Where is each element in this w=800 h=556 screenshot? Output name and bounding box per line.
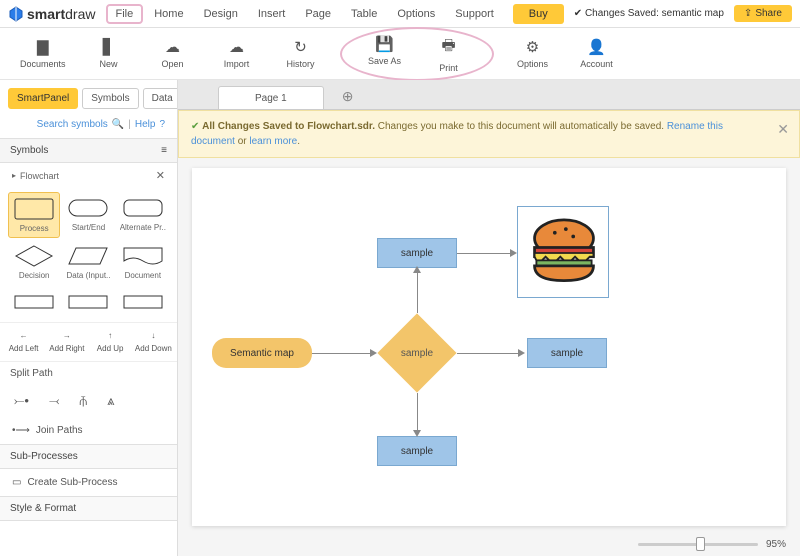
save-icon: 💾 — [375, 35, 394, 53]
node-sample-bottom[interactable]: sample — [377, 436, 457, 466]
help-icon[interactable]: ? — [159, 119, 165, 130]
arrow-left-icon: ← — [20, 331, 28, 340]
add-down[interactable]: ↓Add Down — [132, 329, 175, 355]
shape-process[interactable]: Process — [8, 192, 60, 238]
split-icon-2[interactable]: ⤙ — [49, 393, 59, 409]
close-flowchart-icon[interactable]: ✕ — [156, 169, 165, 182]
ribbon-options[interactable]: ⚙Options — [512, 38, 554, 69]
flowchart-category[interactable]: Flowchart — [20, 171, 59, 181]
shape-decision[interactable]: Decision — [8, 240, 60, 284]
ribbon-documents[interactable]: ▇Documents — [20, 38, 66, 69]
learn-more-link[interactable]: learn more — [249, 136, 297, 147]
sliders-icon: ⚙ — [526, 38, 539, 56]
tab-data[interactable]: Data — [143, 88, 178, 109]
node-image-burger[interactable] — [517, 206, 609, 298]
cloud-up-icon: ☁ — [229, 38, 244, 56]
add-left[interactable]: ←Add Left — [2, 329, 45, 355]
zoom-slider[interactable] — [638, 543, 758, 546]
shape-extra1[interactable] — [8, 286, 60, 318]
menu-table[interactable]: Table — [342, 4, 386, 24]
subprocess-icon: ▭ — [12, 477, 21, 488]
node-sample-top[interactable]: sample — [377, 238, 457, 268]
menu-options[interactable]: Options — [388, 4, 444, 24]
symbols-header: Symbols — [10, 145, 48, 156]
folder-icon: ▇ — [37, 38, 49, 56]
add-up[interactable]: ↑Add Up — [89, 329, 132, 355]
ribbon-account[interactable]: 👤Account — [576, 38, 618, 69]
symbols-menu-icon[interactable]: ≡ — [161, 145, 167, 156]
print-icon: 🖶 — [441, 35, 455, 60]
shape-extra3[interactable] — [117, 286, 169, 318]
menu-insert[interactable]: Insert — [249, 4, 295, 24]
menu-home[interactable]: Home — [145, 4, 192, 24]
search-icon[interactable]: 🔍 — [112, 119, 124, 130]
shape-document[interactable]: Document — [117, 240, 169, 284]
ribbon-import[interactable]: ☁Import — [216, 38, 258, 69]
menu-page[interactable]: Page — [296, 4, 340, 24]
split-path-header: Split Path — [0, 361, 177, 385]
zoom-value: 95% — [766, 539, 786, 550]
file-icon: ▋ — [103, 38, 115, 56]
menu-file[interactable]: File — [106, 4, 144, 24]
tab-symbols[interactable]: Symbols — [82, 88, 138, 109]
search-symbols-link[interactable]: Search symbols — [37, 119, 108, 130]
close-notice-icon[interactable]: ✕ — [777, 119, 789, 140]
node-sample-right[interactable]: sample — [527, 338, 607, 368]
join-icon: •⟶ — [12, 425, 30, 436]
split-icon-4[interactable]: ⩓ — [107, 393, 114, 409]
history-icon: ↻ — [294, 38, 307, 56]
tab-smartpanel[interactable]: SmartPanel — [8, 88, 78, 109]
split-icon-1[interactable]: ⤚• — [14, 393, 29, 409]
arrow-right-icon: → — [63, 331, 71, 340]
brand-logo: smartsmartdrawdraw — [8, 6, 96, 22]
menu-design[interactable]: Design — [195, 4, 247, 24]
cloud-open-icon: ☁ — [165, 38, 180, 56]
ribbon-print[interactable]: 🖶Print — [428, 35, 470, 73]
ribbon-open[interactable]: ☁Open — [152, 38, 194, 69]
style-format-header: Style & Format — [10, 503, 76, 514]
canvas[interactable]: Semantic map sample sample sample sample — [192, 168, 786, 526]
share-button[interactable]: ⇪ Share — [734, 5, 792, 22]
sub-processes-header: Sub-Processes — [10, 451, 78, 462]
help-link[interactable]: Help — [135, 119, 156, 130]
shape-data[interactable]: Data (Input.. — [62, 240, 114, 284]
create-sub-process[interactable]: ▭Create Sub-Process — [0, 469, 177, 496]
node-semantic-map[interactable]: Semantic map — [212, 338, 312, 368]
user-icon: 👤 — [587, 38, 606, 56]
ribbon-saveas[interactable]: 💾Save As — [364, 35, 406, 73]
arrow-up-icon: ↑ — [108, 331, 112, 340]
arrow-down-icon: ↓ — [151, 331, 155, 340]
ribbon-history[interactable]: ↻History — [280, 38, 322, 69]
ribbon-new[interactable]: ▋New — [88, 38, 130, 69]
shape-extra2[interactable] — [62, 286, 114, 318]
zoom-thumb[interactable] — [696, 537, 705, 551]
split-icon-3[interactable]: ⫚ — [79, 393, 87, 409]
menu-support[interactable]: Support — [446, 4, 503, 24]
join-paths[interactable]: •⟶Join Paths — [0, 417, 177, 444]
save-notice: ✔ All Changes Saved to Flowchart.sdr. Ch… — [178, 110, 800, 158]
node-decision[interactable]: sample — [377, 313, 457, 393]
add-page-button[interactable]: ⊕ — [342, 88, 354, 109]
shape-altproc[interactable]: Alternate Pr.. — [117, 192, 169, 238]
buy-button[interactable]: Buy — [513, 4, 564, 24]
add-right[interactable]: →Add Right — [45, 329, 88, 355]
save-status: ✔ Changes Saved: semantic map — [574, 8, 724, 19]
shape-startend[interactable]: Start/End — [62, 192, 114, 238]
page-tab-1[interactable]: Page 1 — [218, 86, 324, 109]
